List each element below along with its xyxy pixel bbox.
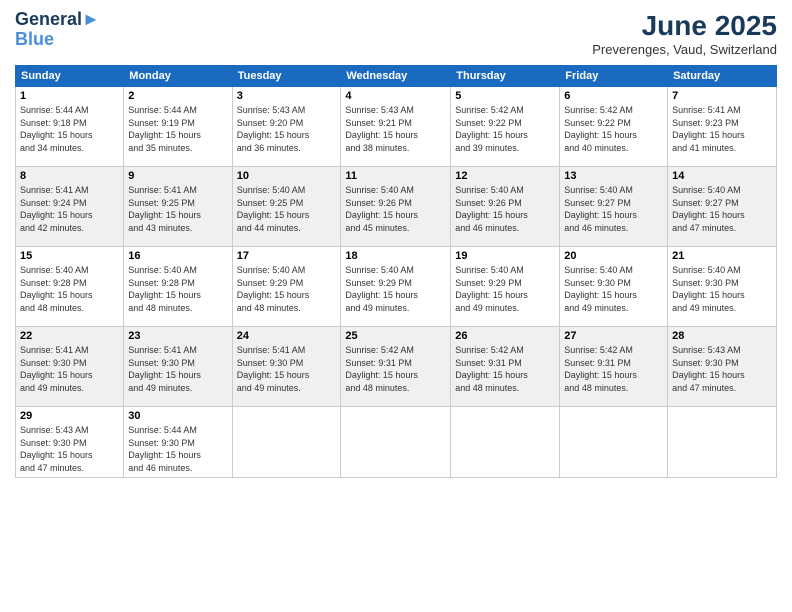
day-cell-21: 21 Sunrise: 5:40 AMSunset: 9:30 PMDaylig…	[668, 247, 777, 327]
week-row-1: 1 Sunrise: 5:44 AMSunset: 9:18 PMDayligh…	[16, 87, 777, 167]
col-thursday: Thursday	[451, 66, 560, 87]
day-cell-3: 3 Sunrise: 5:43 AMSunset: 9:20 PMDayligh…	[232, 87, 341, 167]
day-cell-11: 11 Sunrise: 5:40 AMSunset: 9:26 PMDaylig…	[341, 167, 451, 247]
week-row-4: 22 Sunrise: 5:41 AMSunset: 9:30 PMDaylig…	[16, 327, 777, 407]
empty-cell-5	[668, 407, 777, 478]
day-cell-6: 6 Sunrise: 5:42 AMSunset: 9:22 PMDayligh…	[560, 87, 668, 167]
day-cell-15: 15 Sunrise: 5:40 AMSunset: 9:28 PMDaylig…	[16, 247, 124, 327]
empty-cell-4	[560, 407, 668, 478]
day-cell-23: 23 Sunrise: 5:41 AMSunset: 9:30 PMDaylig…	[124, 327, 232, 407]
week-row-2: 8 Sunrise: 5:41 AMSunset: 9:24 PMDayligh…	[16, 167, 777, 247]
empty-cell-1	[232, 407, 341, 478]
day-cell-16: 16 Sunrise: 5:40 AMSunset: 9:28 PMDaylig…	[124, 247, 232, 327]
col-sunday: Sunday	[16, 66, 124, 87]
logo-blue: Blue	[15, 30, 100, 50]
calendar: Sunday Monday Tuesday Wednesday Thursday…	[15, 65, 777, 478]
day-cell-12: 12 Sunrise: 5:40 AMSunset: 9:26 PMDaylig…	[451, 167, 560, 247]
page: General► Blue June 2025 Preverenges, Vau…	[0, 0, 792, 612]
day-cell-27: 27 Sunrise: 5:42 AMSunset: 9:31 PMDaylig…	[560, 327, 668, 407]
day-cell-20: 20 Sunrise: 5:40 AMSunset: 9:30 PMDaylig…	[560, 247, 668, 327]
day-cell-22: 22 Sunrise: 5:41 AMSunset: 9:30 PMDaylig…	[16, 327, 124, 407]
day-cell-5: 5 Sunrise: 5:42 AMSunset: 9:22 PMDayligh…	[451, 87, 560, 167]
day-cell-24: 24 Sunrise: 5:41 AMSunset: 9:30 PMDaylig…	[232, 327, 341, 407]
day-cell-9: 9 Sunrise: 5:41 AMSunset: 9:25 PMDayligh…	[124, 167, 232, 247]
day-cell-8: 8 Sunrise: 5:41 AMSunset: 9:24 PMDayligh…	[16, 167, 124, 247]
day-cell-1: 1 Sunrise: 5:44 AMSunset: 9:18 PMDayligh…	[16, 87, 124, 167]
day-cell-13: 13 Sunrise: 5:40 AMSunset: 9:27 PMDaylig…	[560, 167, 668, 247]
month-year: June 2025	[592, 10, 777, 42]
week-row-3: 15 Sunrise: 5:40 AMSunset: 9:28 PMDaylig…	[16, 247, 777, 327]
day-cell-14: 14 Sunrise: 5:40 AMSunset: 9:27 PMDaylig…	[668, 167, 777, 247]
title-block: June 2025 Preverenges, Vaud, Switzerland	[592, 10, 777, 57]
day-cell-4: 4 Sunrise: 5:43 AMSunset: 9:21 PMDayligh…	[341, 87, 451, 167]
col-monday: Monday	[124, 66, 232, 87]
col-tuesday: Tuesday	[232, 66, 341, 87]
empty-cell-2	[341, 407, 451, 478]
day-cell-7: 7 Sunrise: 5:41 AMSunset: 9:23 PMDayligh…	[668, 87, 777, 167]
col-friday: Friday	[560, 66, 668, 87]
day-cell-19: 19 Sunrise: 5:40 AMSunset: 9:29 PMDaylig…	[451, 247, 560, 327]
day-cell-10: 10 Sunrise: 5:40 AMSunset: 9:25 PMDaylig…	[232, 167, 341, 247]
day-cell-30: 30 Sunrise: 5:44 AMSunset: 9:30 PMDaylig…	[124, 407, 232, 478]
day-cell-17: 17 Sunrise: 5:40 AMSunset: 9:29 PMDaylig…	[232, 247, 341, 327]
day-cell-29: 29 Sunrise: 5:43 AMSunset: 9:30 PMDaylig…	[16, 407, 124, 478]
logo-text: General►	[15, 10, 100, 30]
location: Preverenges, Vaud, Switzerland	[592, 42, 777, 57]
header: General► Blue June 2025 Preverenges, Vau…	[15, 10, 777, 57]
col-wednesday: Wednesday	[341, 66, 451, 87]
col-saturday: Saturday	[668, 66, 777, 87]
day-cell-25: 25 Sunrise: 5:42 AMSunset: 9:31 PMDaylig…	[341, 327, 451, 407]
day-cell-18: 18 Sunrise: 5:40 AMSunset: 9:29 PMDaylig…	[341, 247, 451, 327]
logo: General► Blue	[15, 10, 100, 50]
week-row-5: 29 Sunrise: 5:43 AMSunset: 9:30 PMDaylig…	[16, 407, 777, 478]
empty-cell-3	[451, 407, 560, 478]
day-cell-2: 2 Sunrise: 5:44 AMSunset: 9:19 PMDayligh…	[124, 87, 232, 167]
day-cell-26: 26 Sunrise: 5:42 AMSunset: 9:31 PMDaylig…	[451, 327, 560, 407]
day-cell-28: 28 Sunrise: 5:43 AMSunset: 9:30 PMDaylig…	[668, 327, 777, 407]
